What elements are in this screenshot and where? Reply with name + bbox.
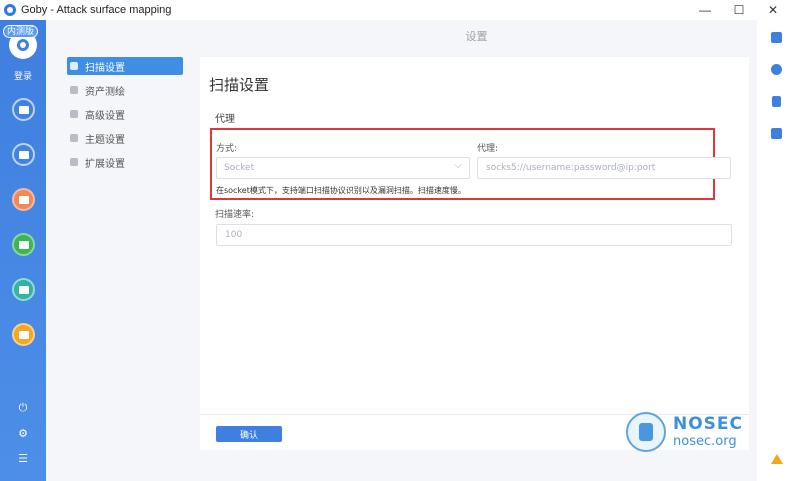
scan-icon[interactable]	[12, 98, 35, 121]
settings-icon[interactable]: ⚙	[17, 428, 29, 440]
warning-icon[interactable]	[771, 454, 783, 464]
nav-label: 扩展设置	[85, 158, 125, 170]
nav-label: 主题设置	[85, 134, 125, 146]
vulnerability-icon[interactable]	[12, 188, 35, 211]
user-icon	[17, 39, 29, 51]
nav-label: 高级设置	[85, 110, 125, 122]
watermark-brand: NOSEC	[673, 414, 744, 434]
theme-icon	[70, 134, 78, 142]
socket-mode-hint: 在socket模式下，支持端口扫描协议识别以及漏洞扫描。扫描速度慢。	[216, 186, 466, 195]
clock-icon[interactable]	[771, 64, 782, 75]
advanced-settings-icon	[70, 110, 78, 118]
goby-window: Goby - Attack surface mapping — ☐ ✕ 内测版 …	[0, 0, 790, 481]
nav-label: 扫描设置	[85, 62, 125, 74]
confirm-button[interactable]: 确认	[216, 426, 282, 442]
document-icon[interactable]	[772, 96, 781, 107]
primary-sidebar: 内测版 登录 ⏻ ⚙ ☰	[0, 20, 46, 481]
settings-card: 扫描设置 代理 方式: Socket ⌵ 代理: socks5://userna…	[200, 57, 749, 450]
proxy-address-input[interactable]: socks5://username:password@ip:port	[477, 157, 731, 179]
window-controls: — ☐ ✕	[688, 0, 790, 20]
grid-icon[interactable]	[771, 128, 782, 139]
scan-settings-icon	[70, 62, 78, 70]
nav-extension-settings[interactable]: 扩展设置	[67, 153, 183, 171]
asset-icon[interactable]	[12, 143, 35, 166]
goby-logo-icon	[4, 4, 16, 16]
proxy-mode-select[interactable]: Socket ⌵	[216, 157, 470, 179]
title-bar: Goby - Attack surface mapping — ☐ ✕	[0, 0, 790, 20]
mode-label: 方式:	[216, 144, 238, 154]
extension-icon[interactable]	[12, 323, 35, 346]
nav-theme-settings[interactable]: 主题设置	[67, 129, 183, 147]
extension-settings-icon	[70, 158, 78, 166]
report-icon[interactable]	[12, 233, 35, 256]
plugin-icon[interactable]	[12, 278, 35, 301]
chevron-down-icon: ⌵	[454, 160, 462, 171]
window-title: Goby - Attack surface mapping	[21, 4, 172, 16]
scan-rate-input[interactable]: 100	[216, 224, 732, 246]
close-button[interactable]: ✕	[756, 0, 790, 20]
page-title: 设置	[465, 30, 488, 43]
nosec-watermark: NOSEC nosec.org	[626, 412, 743, 452]
settings-nav: 扫描设置 资产测绘 高级设置 主题设置 扩展设置	[46, 20, 196, 481]
proxy-label: 代理:	[477, 144, 499, 154]
proxy-section-title: 代理	[215, 114, 235, 125]
minimize-button[interactable]: —	[688, 0, 722, 20]
menu-icon[interactable]: ☰	[17, 453, 29, 465]
maximize-button[interactable]: ☐	[722, 0, 756, 20]
scan-rate-label: 扫描速率:	[215, 210, 255, 220]
power-icon[interactable]: ⏻	[17, 402, 29, 414]
task-list-icon[interactable]	[771, 32, 782, 43]
asset-mapping-icon	[70, 86, 78, 94]
right-rail	[757, 20, 790, 481]
watermark-domain: nosec.org	[673, 434, 737, 449]
nav-label: 资产测绘	[85, 86, 125, 98]
nosec-logo-icon	[626, 412, 666, 452]
beta-badge: 内测版	[3, 25, 39, 38]
card-title: 扫描设置	[209, 76, 270, 94]
login-link[interactable]: 登录	[0, 69, 46, 82]
nav-advanced-settings[interactable]: 高级设置	[67, 105, 183, 123]
proxy-mode-value: Socket	[224, 163, 255, 173]
nav-scan-settings[interactable]: 扫描设置	[67, 57, 183, 75]
nav-asset-mapping[interactable]: 资产测绘	[67, 81, 183, 99]
